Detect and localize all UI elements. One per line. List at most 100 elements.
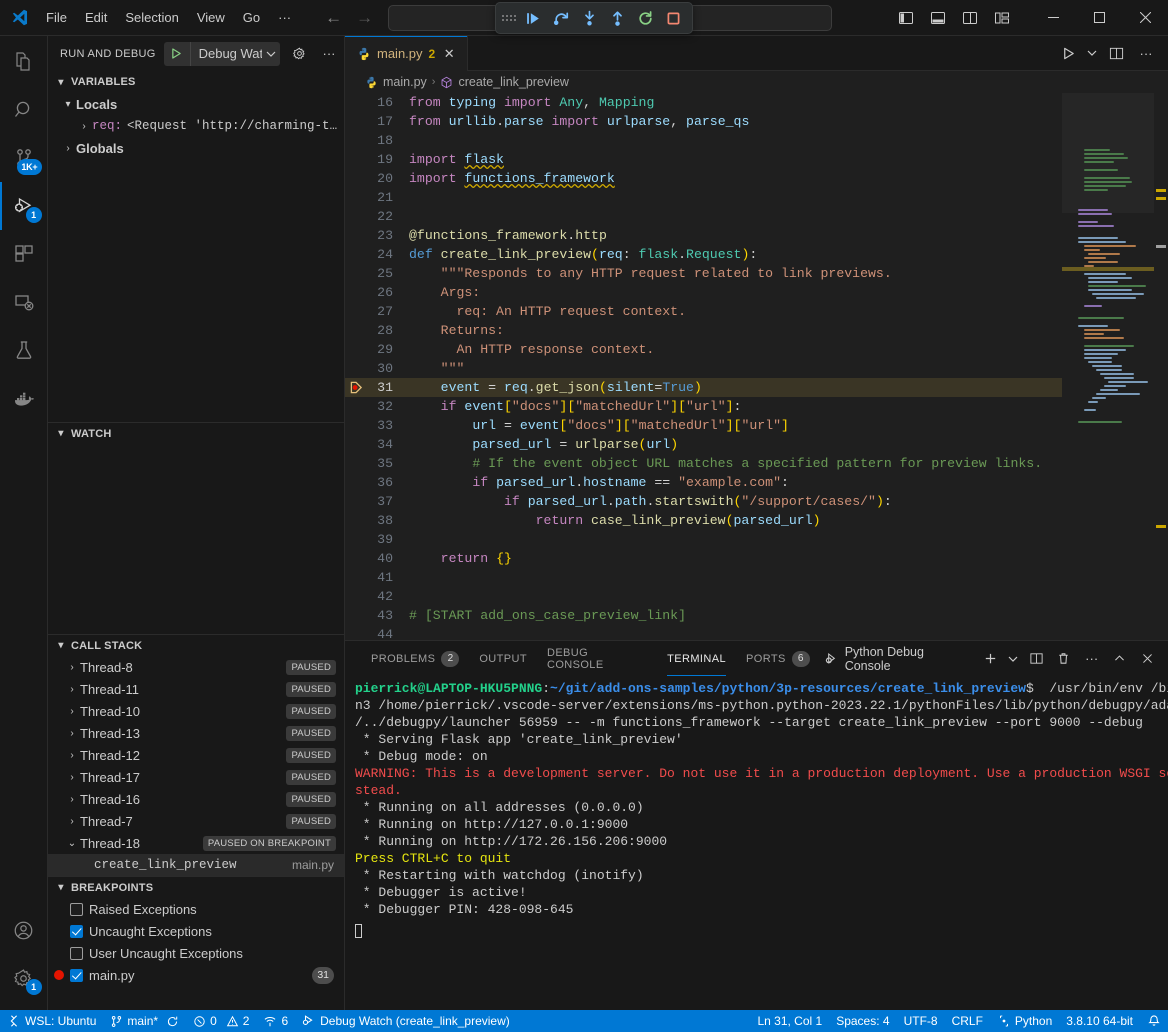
- call-stack-thread-row[interactable]: ›Thread-8PAUSED: [48, 656, 344, 678]
- sidebar-item-explorer[interactable]: [0, 38, 48, 86]
- status-debug-session[interactable]: Debug Watch (create_link_preview): [295, 1010, 517, 1032]
- chevron-right-icon[interactable]: ›: [64, 794, 80, 805]
- tree-row[interactable]: › Globals: [48, 137, 344, 159]
- sidebar-item-docker[interactable]: [0, 374, 48, 422]
- code-line[interactable]: 28 Returns:: [345, 321, 1062, 340]
- code-line[interactable]: 44: [345, 625, 1062, 640]
- accounts-icon[interactable]: [0, 906, 48, 954]
- code-line[interactable]: 24def create_link_preview(req: flask.Req…: [345, 245, 1062, 264]
- sidebar-item-testing[interactable]: [0, 326, 48, 374]
- sidebar-more-actions-icon[interactable]: ···: [318, 43, 340, 65]
- chevron-down-icon[interactable]: [262, 49, 280, 59]
- debug-step-into-button[interactable]: [576, 6, 602, 30]
- chevron-right-icon[interactable]: ›: [64, 706, 80, 717]
- panel-tab-problems[interactable]: PROBLEMS2: [361, 641, 469, 676]
- code-line[interactable]: 19import flask: [345, 150, 1062, 169]
- terminal-selector[interactable]: Python Debug Console: [820, 645, 976, 673]
- overview-ruler[interactable]: [1154, 93, 1168, 640]
- chevron-right-icon[interactable]: ›: [64, 684, 80, 695]
- panel-tab-output[interactable]: OUTPUT: [469, 641, 537, 676]
- breakpoint-checkbox[interactable]: [70, 969, 83, 982]
- sidebar-item-extensions[interactable]: [0, 230, 48, 278]
- status-encoding[interactable]: UTF-8: [897, 1010, 945, 1032]
- tab-main-py[interactable]: main.py 2 ✕: [345, 36, 468, 71]
- debug-step-out-button[interactable]: [604, 6, 630, 30]
- panel-tab-terminal[interactable]: TERMINAL: [657, 641, 736, 676]
- editor-more-actions-icon[interactable]: ···: [1132, 39, 1160, 67]
- code-line[interactable]: 22: [345, 207, 1062, 226]
- code-line[interactable]: 17from urllib.parse import urlparse, par…: [345, 112, 1062, 131]
- debug-stop-button[interactable]: [660, 6, 686, 30]
- status-cursor-position[interactable]: Ln 31, Col 1: [750, 1010, 829, 1032]
- status-branch[interactable]: main*: [103, 1010, 186, 1032]
- code-line[interactable]: 42: [345, 587, 1062, 606]
- menu-selection[interactable]: Selection: [117, 7, 186, 28]
- status-eol[interactable]: CRLF: [945, 1010, 990, 1032]
- run-python-file-icon[interactable]: [1054, 39, 1082, 67]
- menu-file[interactable]: File: [38, 7, 75, 28]
- terminal-output[interactable]: pierrick@LAPTOP-HKU5PNNG:~/git/add-ons-s…: [345, 676, 1168, 1010]
- chevron-down-icon[interactable]: [1005, 646, 1021, 672]
- chevron-right-icon[interactable]: ›: [64, 772, 80, 783]
- code-lines[interactable]: 16from typing import Any, Mapping17from …: [345, 93, 1062, 640]
- code-line[interactable]: 38 return case_link_preview(parsed_url): [345, 511, 1062, 530]
- code-line[interactable]: 32 if event["docs"]["matchedUrl"]["url"]…: [345, 397, 1062, 416]
- code-line[interactable]: 37 if parsed_url.path.startswith("/suppo…: [345, 492, 1062, 511]
- kill-terminal-trash-icon[interactable]: [1051, 646, 1077, 672]
- go-back-icon[interactable]: ←: [325, 9, 342, 26]
- start-debugging-icon[interactable]: [164, 47, 190, 60]
- code-line[interactable]: 16from typing import Any, Mapping: [345, 93, 1062, 112]
- debug-continue-button[interactable]: [520, 6, 546, 30]
- code-line[interactable]: 21: [345, 188, 1062, 207]
- code-line[interactable]: 34 parsed_url = urlparse(url): [345, 435, 1062, 454]
- call-stack-thread-row[interactable]: ›Thread-17PAUSED: [48, 766, 344, 788]
- terminal-prompt-line[interactable]: [355, 924, 1168, 941]
- status-problems[interactable]: 0 2: [186, 1010, 256, 1032]
- code-editor[interactable]: 16from typing import Any, Mapping17from …: [345, 93, 1168, 640]
- panel-tab-debug-console[interactable]: DEBUG CONSOLE: [537, 641, 657, 676]
- toggle-primary-sidebar-icon[interactable]: [892, 5, 920, 31]
- code-line[interactable]: 35 # If the event object URL matches a s…: [345, 454, 1062, 473]
- breadcrumb-file[interactable]: main.py: [365, 75, 427, 89]
- tree-row[interactable]: › req: <Request 'http://charming-tro…: [48, 115, 344, 137]
- code-line[interactable]: 39: [345, 530, 1062, 549]
- chevron-right-icon[interactable]: ›: [60, 143, 76, 154]
- sidebar-item-search[interactable]: [0, 86, 48, 134]
- customize-layout-icon[interactable]: [988, 5, 1016, 31]
- status-remote-indicator[interactable]: WSL: Ubuntu: [0, 1010, 103, 1032]
- sidebar-item-run-and-debug[interactable]: 1: [0, 182, 48, 230]
- code-line[interactable]: 33 url = event["docs"]["matchedUrl"]["ur…: [345, 416, 1062, 435]
- code-line[interactable]: 41: [345, 568, 1062, 587]
- breakpoint-checkbox[interactable]: [70, 903, 83, 916]
- watch-section-header[interactable]: ▾ WATCH: [48, 422, 344, 444]
- launch-configuration-dropdown[interactable]: Debug Wat: [164, 42, 280, 66]
- chevron-right-icon[interactable]: ›: [76, 121, 92, 132]
- sync-icon[interactable]: [166, 1015, 179, 1028]
- minimap[interactable]: [1062, 93, 1154, 640]
- code-line[interactable]: 43# [START add_ons_case_preview_link]: [345, 606, 1062, 625]
- breadcrumb-symbol[interactable]: create_link_preview: [440, 75, 568, 89]
- chevron-right-icon[interactable]: ›: [64, 662, 80, 673]
- call-stack-section-header[interactable]: ▾ CALL STACK: [48, 634, 344, 656]
- menu-more[interactable]: ···: [270, 7, 299, 28]
- call-stack-thread-row[interactable]: ›Thread-10PAUSED: [48, 700, 344, 722]
- status-language-mode[interactable]: Python: [990, 1010, 1059, 1032]
- breakpoint-row[interactable]: Raised Exceptions: [48, 898, 344, 920]
- sidebar-item-remote-explorer[interactable]: [0, 278, 48, 326]
- menu-go[interactable]: Go: [235, 7, 268, 28]
- call-stack-thread-row[interactable]: ›Thread-13PAUSED: [48, 722, 344, 744]
- code-line[interactable]: 36 if parsed_url.hostname == "example.co…: [345, 473, 1062, 492]
- debug-restart-button[interactable]: [632, 6, 658, 30]
- code-line[interactable]: 40 return {}: [345, 549, 1062, 568]
- code-line[interactable]: 25 """Responds to any HTTP request relat…: [345, 264, 1062, 283]
- close-panel-icon[interactable]: [1134, 646, 1160, 672]
- code-line[interactable]: 29 An HTTP response context.: [345, 340, 1062, 359]
- tree-row[interactable]: ▾ Locals: [48, 93, 344, 115]
- go-forward-icon[interactable]: →: [356, 9, 373, 26]
- split-editor-icon[interactable]: [1102, 39, 1130, 67]
- open-launch-json-gear-icon[interactable]: [288, 43, 310, 65]
- debug-step-over-button[interactable]: [548, 6, 574, 30]
- status-notifications[interactable]: [1140, 1010, 1168, 1032]
- chevron-down-icon[interactable]: ▾: [60, 99, 76, 110]
- call-stack-thread-row[interactable]: ›Thread-7PAUSED: [48, 810, 344, 832]
